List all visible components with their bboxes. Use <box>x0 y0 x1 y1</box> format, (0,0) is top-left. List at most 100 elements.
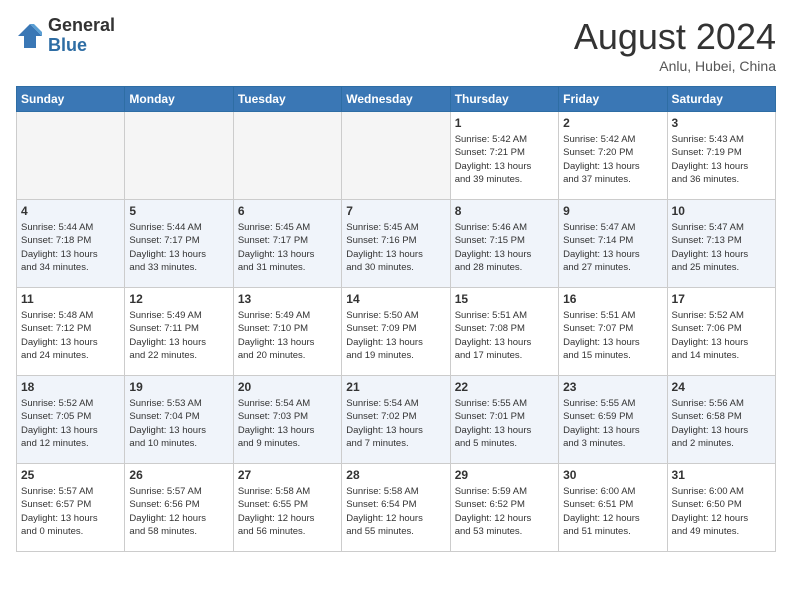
day-number: 1 <box>455 116 554 130</box>
day-info: Sunrise: 5:51 AM Sunset: 7:08 PM Dayligh… <box>455 309 554 362</box>
logo: General Blue <box>16 16 115 56</box>
day-info: Sunrise: 6:00 AM Sunset: 6:51 PM Dayligh… <box>563 485 662 538</box>
day-number: 23 <box>563 380 662 394</box>
calendar-week-3: 11 Sunrise: 5:48 AM Sunset: 7:12 PM Dayli… <box>17 288 776 376</box>
day-number: 27 <box>238 468 337 482</box>
calendar-cell: 31 Sunrise: 6:00 AM Sunset: 6:50 PM Dayli… <box>667 464 775 552</box>
day-info: Sunrise: 5:49 AM Sunset: 7:11 PM Dayligh… <box>129 309 228 362</box>
calendar-cell: 19Sunrise: 5:53 AM Sunset: 7:04 PM Dayli… <box>125 376 233 464</box>
month-title: August 2024 <box>574 16 776 58</box>
day-info: Sunrise: 5:57 AM Sunset: 6:56 PM Dayligh… <box>129 485 228 538</box>
calendar-cell: 5 Sunrise: 5:44 AM Sunset: 7:17 PM Daylig… <box>125 200 233 288</box>
logo-general: General <box>48 15 115 35</box>
calendar-cell: 26Sunrise: 5:57 AM Sunset: 6:56 PM Dayli… <box>125 464 233 552</box>
calendar-week-2: 4 Sunrise: 5:44 AM Sunset: 7:18 PM Daylig… <box>17 200 776 288</box>
calendar-cell: 1 Sunrise: 5:42 AM Sunset: 7:21 PM Daylig… <box>450 112 558 200</box>
day-number: 21 <box>346 380 445 394</box>
day-info: Sunrise: 5:44 AM Sunset: 7:18 PM Dayligh… <box>21 221 120 274</box>
day-info: Sunrise: 5:51 AM Sunset: 7:07 PM Dayligh… <box>563 309 662 362</box>
logo-icon <box>16 22 44 50</box>
day-info: Sunrise: 5:55 AM Sunset: 6:59 PM Dayligh… <box>563 397 662 450</box>
calendar-cell: 3Sunrise: 5:43 AM Sunset: 7:19 PM Daylig… <box>667 112 775 200</box>
calendar-header-thursday: Thursday <box>450 87 558 112</box>
calendar-cell: 20Sunrise: 5:54 AM Sunset: 7:03 PM Dayli… <box>233 376 341 464</box>
calendar-cell: 23 Sunrise: 5:55 AM Sunset: 6:59 PM Dayli… <box>559 376 667 464</box>
day-number: 12 <box>129 292 228 306</box>
day-info: Sunrise: 5:50 AM Sunset: 7:09 PM Dayligh… <box>346 309 445 362</box>
day-info: Sunrise: 5:43 AM Sunset: 7:19 PM Dayligh… <box>672 133 771 186</box>
day-info: Sunrise: 5:42 AM Sunset: 7:21 PM Dayligh… <box>455 133 554 186</box>
day-number: 8 <box>455 204 554 218</box>
day-info: Sunrise: 5:52 AM Sunset: 7:06 PM Dayligh… <box>672 309 771 362</box>
calendar-cell <box>233 112 341 200</box>
calendar-cell <box>125 112 233 200</box>
day-info: Sunrise: 5:55 AM Sunset: 7:01 PM Dayligh… <box>455 397 554 450</box>
logo-text: General Blue <box>48 16 115 56</box>
day-info: Sunrise: 5:57 AM Sunset: 6:57 PM Dayligh… <box>21 485 120 538</box>
calendar-cell: 17 Sunrise: 5:52 AM Sunset: 7:06 PM Dayli… <box>667 288 775 376</box>
calendar-cell: 14 Sunrise: 5:50 AM Sunset: 7:09 PM Dayli… <box>342 288 450 376</box>
calendar-cell: 28 Sunrise: 5:58 AM Sunset: 6:54 PM Dayli… <box>342 464 450 552</box>
calendar-cell: 25 Sunrise: 5:57 AM Sunset: 6:57 PM Dayli… <box>17 464 125 552</box>
calendar-week-1: 1 Sunrise: 5:42 AM Sunset: 7:21 PM Daylig… <box>17 112 776 200</box>
day-number: 2 <box>563 116 662 130</box>
day-info: Sunrise: 5:52 AM Sunset: 7:05 PM Dayligh… <box>21 397 120 450</box>
calendar-cell: 18 Sunrise: 5:52 AM Sunset: 7:05 PM Dayli… <box>17 376 125 464</box>
day-number: 6 <box>238 204 337 218</box>
day-number: 29 <box>455 468 554 482</box>
calendar-cell: 21 Sunrise: 5:54 AM Sunset: 7:02 PM Dayli… <box>342 376 450 464</box>
day-info: Sunrise: 5:56 AM Sunset: 6:58 PM Dayligh… <box>672 397 771 450</box>
day-info: Sunrise: 5:46 AM Sunset: 7:15 PM Dayligh… <box>455 221 554 274</box>
calendar-cell <box>17 112 125 200</box>
day-number: 28 <box>346 468 445 482</box>
calendar-cell: 29Sunrise: 5:59 AM Sunset: 6:52 PM Dayli… <box>450 464 558 552</box>
calendar-cell: 27 Sunrise: 5:58 AM Sunset: 6:55 PM Dayli… <box>233 464 341 552</box>
calendar-table: SundayMondayTuesdayWednesdayThursdayFrid… <box>16 86 776 552</box>
day-number: 17 <box>672 292 771 306</box>
calendar-cell: 8 Sunrise: 5:46 AM Sunset: 7:15 PM Daylig… <box>450 200 558 288</box>
day-number: 15 <box>455 292 554 306</box>
day-number: 16 <box>563 292 662 306</box>
calendar-cell: 9Sunrise: 5:47 AM Sunset: 7:14 PM Daylig… <box>559 200 667 288</box>
calendar-week-5: 25 Sunrise: 5:57 AM Sunset: 6:57 PM Dayli… <box>17 464 776 552</box>
day-info: Sunrise: 5:49 AM Sunset: 7:10 PM Dayligh… <box>238 309 337 362</box>
day-number: 13 <box>238 292 337 306</box>
day-info: Sunrise: 5:48 AM Sunset: 7:12 PM Dayligh… <box>21 309 120 362</box>
day-number: 10 <box>672 204 771 218</box>
day-info: Sunrise: 5:47 AM Sunset: 7:13 PM Dayligh… <box>672 221 771 274</box>
day-info: Sunrise: 5:44 AM Sunset: 7:17 PM Dayligh… <box>129 221 228 274</box>
day-info: Sunrise: 5:58 AM Sunset: 6:54 PM Dayligh… <box>346 485 445 538</box>
day-number: 7 <box>346 204 445 218</box>
day-info: Sunrise: 5:47 AM Sunset: 7:14 PM Dayligh… <box>563 221 662 274</box>
calendar-cell <box>342 112 450 200</box>
day-number: 25 <box>21 468 120 482</box>
day-info: Sunrise: 6:00 AM Sunset: 6:50 PM Dayligh… <box>672 485 771 538</box>
day-info: Sunrise: 5:58 AM Sunset: 6:55 PM Dayligh… <box>238 485 337 538</box>
calendar-cell: 30Sunrise: 6:00 AM Sunset: 6:51 PM Dayli… <box>559 464 667 552</box>
day-number: 14 <box>346 292 445 306</box>
calendar-cell: 7Sunrise: 5:45 AM Sunset: 7:16 PM Daylig… <box>342 200 450 288</box>
calendar-header-saturday: Saturday <box>667 87 775 112</box>
day-number: 31 <box>672 468 771 482</box>
calendar-header-tuesday: Tuesday <box>233 87 341 112</box>
day-number: 19 <box>129 380 228 394</box>
day-info: Sunrise: 5:42 AM Sunset: 7:20 PM Dayligh… <box>563 133 662 186</box>
calendar-cell: 2 Sunrise: 5:42 AM Sunset: 7:20 PM Daylig… <box>559 112 667 200</box>
calendar-week-4: 18 Sunrise: 5:52 AM Sunset: 7:05 PM Dayli… <box>17 376 776 464</box>
calendar-cell: 10 Sunrise: 5:47 AM Sunset: 7:13 PM Dayli… <box>667 200 775 288</box>
day-number: 11 <box>21 292 120 306</box>
calendar-cell: 11 Sunrise: 5:48 AM Sunset: 7:12 PM Dayli… <box>17 288 125 376</box>
day-info: Sunrise: 5:54 AM Sunset: 7:02 PM Dayligh… <box>346 397 445 450</box>
calendar-header-friday: Friday <box>559 87 667 112</box>
day-number: 4 <box>21 204 120 218</box>
day-number: 22 <box>455 380 554 394</box>
calendar-header-monday: Monday <box>125 87 233 112</box>
location: Anlu, Hubei, China <box>574 58 776 74</box>
day-number: 20 <box>238 380 337 394</box>
day-number: 18 <box>21 380 120 394</box>
calendar-cell: 22 Sunrise: 5:55 AM Sunset: 7:01 PM Dayli… <box>450 376 558 464</box>
calendar-cell: 12 Sunrise: 5:49 AM Sunset: 7:11 PM Dayli… <box>125 288 233 376</box>
calendar-cell: 6Sunrise: 5:45 AM Sunset: 7:17 PM Daylig… <box>233 200 341 288</box>
day-number: 5 <box>129 204 228 218</box>
calendar-cell: 13 Sunrise: 5:49 AM Sunset: 7:10 PM Dayli… <box>233 288 341 376</box>
